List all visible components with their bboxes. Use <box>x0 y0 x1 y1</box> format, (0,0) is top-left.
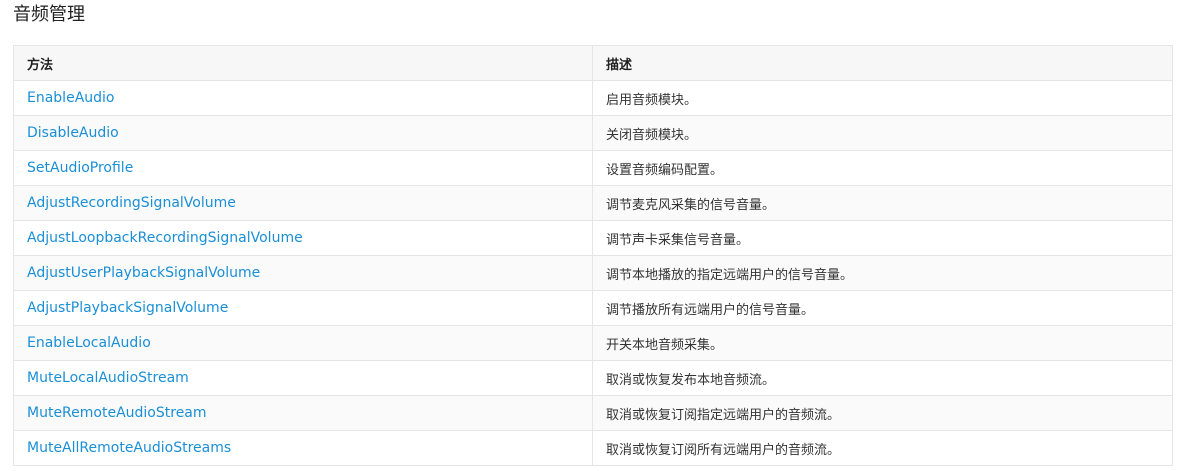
method-cell: MuteLocalAudioStream <box>13 360 593 396</box>
method-link[interactable]: MuteRemoteAudioStream <box>27 405 207 421</box>
description-cell: 设置音频编码配置。 <box>592 150 1173 186</box>
table-row: AdjustLoopbackRecordingSignalVolume 调节声卡… <box>13 220 1173 256</box>
description-cell: 关闭音频模块。 <box>592 115 1173 151</box>
table-row: EnableLocalAudio 开关本地音频采集。 <box>13 325 1173 361</box>
method-link[interactable]: EnableLocalAudio <box>27 335 151 351</box>
method-cell: MuteRemoteAudioStream <box>13 395 593 431</box>
method-link[interactable]: DisableAudio <box>27 125 119 141</box>
method-cell: AdjustUserPlaybackSignalVolume <box>13 255 593 291</box>
method-link[interactable]: AdjustPlaybackSignalVolume <box>27 300 228 316</box>
audio-api-table: 方法 描述 EnableAudio 启用音频模块。 DisableAudio 关… <box>13 45 1173 466</box>
description-cell: 取消或恢复订阅指定远端用户的音频流。 <box>592 395 1173 431</box>
table-row: MuteLocalAudioStream 取消或恢复发布本地音频流。 <box>13 360 1173 396</box>
column-header-description: 描述 <box>592 45 1173 81</box>
method-link[interactable]: MuteLocalAudioStream <box>27 370 189 386</box>
method-link[interactable]: SetAudioProfile <box>27 160 133 176</box>
method-cell: DisableAudio <box>13 115 593 151</box>
description-cell: 取消或恢复发布本地音频流。 <box>592 360 1173 396</box>
description-cell: 调节声卡采集信号音量。 <box>592 220 1173 256</box>
column-header-method: 方法 <box>13 45 593 81</box>
table-row: SetAudioProfile 设置音频编码配置。 <box>13 150 1173 186</box>
method-cell: SetAudioProfile <box>13 150 593 186</box>
section-title: 音频管理 <box>13 4 85 25</box>
description-cell: 调节本地播放的指定远端用户的信号音量。 <box>592 255 1173 291</box>
description-cell: 调节麦克风采集的信号音量。 <box>592 185 1173 221</box>
description-cell: 启用音频模块。 <box>592 80 1173 116</box>
table-row: AdjustRecordingSignalVolume 调节麦克风采集的信号音量… <box>13 185 1173 221</box>
description-cell: 开关本地音频采集。 <box>592 325 1173 361</box>
table-row: DisableAudio 关闭音频模块。 <box>13 115 1173 151</box>
method-cell: AdjustPlaybackSignalVolume <box>13 290 593 326</box>
method-link[interactable]: AdjustUserPlaybackSignalVolume <box>27 265 260 281</box>
table-row: AdjustPlaybackSignalVolume 调节播放所有远端用户的信号… <box>13 290 1173 326</box>
table-header-row: 方法 描述 <box>13 45 1173 81</box>
table-row: EnableAudio 启用音频模块。 <box>13 80 1173 116</box>
method-cell: MuteAllRemoteAudioStreams <box>13 430 593 466</box>
method-link[interactable]: MuteAllRemoteAudioStreams <box>27 440 231 456</box>
description-cell: 调节播放所有远端用户的信号音量。 <box>592 290 1173 326</box>
table-row: AdjustUserPlaybackSignalVolume 调节本地播放的指定… <box>13 255 1173 291</box>
method-link[interactable]: AdjustLoopbackRecordingSignalVolume <box>27 230 303 246</box>
method-cell: EnableAudio <box>13 80 593 116</box>
description-cell: 取消或恢复订阅所有远端用户的音频流。 <box>592 430 1173 466</box>
table-row: MuteRemoteAudioStream 取消或恢复订阅指定远端用户的音频流。 <box>13 395 1173 431</box>
method-link[interactable]: EnableAudio <box>27 90 114 106</box>
method-cell: AdjustLoopbackRecordingSignalVolume <box>13 220 593 256</box>
table-row: MuteAllRemoteAudioStreams 取消或恢复订阅所有远端用户的… <box>13 430 1173 466</box>
method-link[interactable]: AdjustRecordingSignalVolume <box>27 195 236 211</box>
method-cell: AdjustRecordingSignalVolume <box>13 185 593 221</box>
method-cell: EnableLocalAudio <box>13 325 593 361</box>
